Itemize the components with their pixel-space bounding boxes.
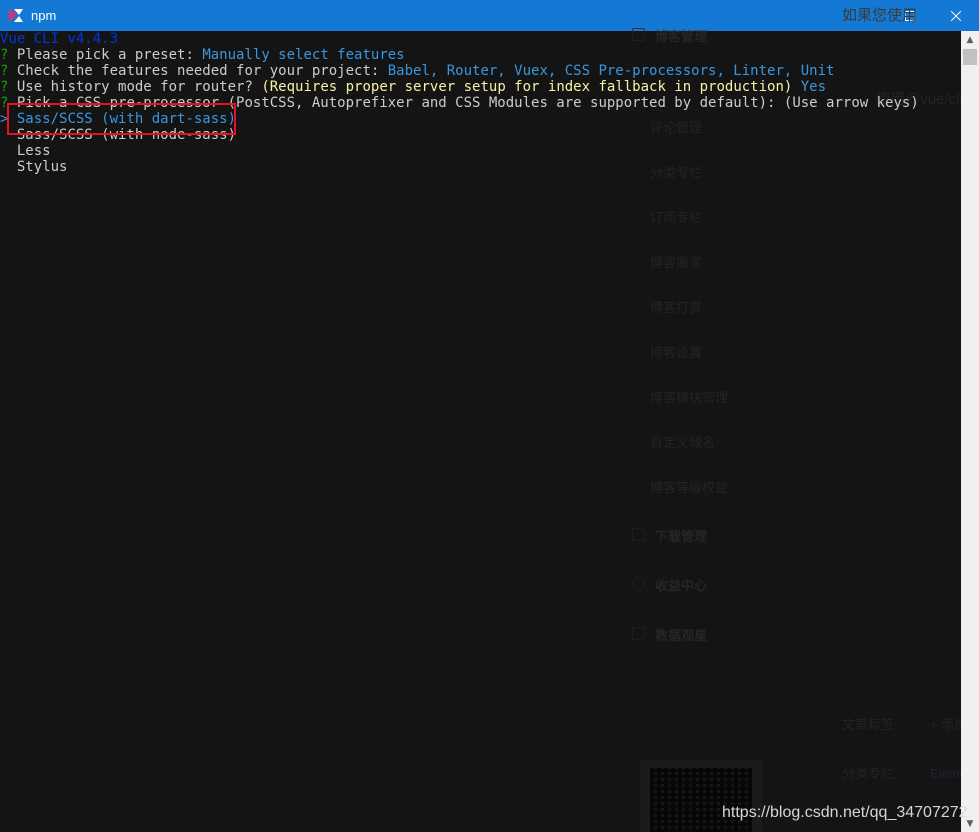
- watermark: https://blog.csdn.net/qq_34707272: [722, 804, 968, 821]
- scrollbar-thumb[interactable]: [963, 49, 977, 65]
- window-title: npm: [31, 8, 57, 23]
- app-icon: [9, 9, 23, 22]
- prompt-history-mode: ? Use history mode for router? (Requires…: [0, 79, 826, 95]
- prompt-hint: (Requires proper server setup for index …: [261, 79, 793, 95]
- prompt-hint: (Use arrow keys): [783, 95, 919, 111]
- bg-top-text: 如果您使用: [842, 7, 918, 24]
- option-less[interactable]: Less: [0, 143, 51, 159]
- prompt-preset: ? Please pick a preset: Manually select …: [0, 47, 405, 63]
- option-stylus[interactable]: Stylus: [0, 159, 68, 175]
- scroll-up-icon[interactable]: ▲: [961, 31, 979, 48]
- option-label: Stylus: [16, 159, 68, 175]
- prompt-label: Check the features needed for your proje…: [8, 63, 388, 79]
- prompt-features: ? Check the features needed for your pro…: [0, 63, 834, 79]
- terminal-content[interactable]: Vue CLI v4.4.3 ? Please pick a preset: M…: [0, 31, 961, 832]
- prompt-answer: Babel, Router, Vuex, CSS Pre-processors,…: [387, 63, 835, 79]
- prompt-label: Please pick a preset:: [8, 47, 203, 63]
- prompt-answer: Manually select features: [202, 47, 405, 63]
- vertical-scrollbar[interactable]: ▲ ▼: [961, 31, 979, 832]
- highlight-box: [7, 103, 236, 135]
- close-icon: [951, 10, 961, 21]
- close-button[interactable]: [933, 0, 979, 31]
- title-bar[interactable]: npm: [0, 0, 979, 31]
- terminal-window: npm 如果您使用 使用@vue/cli, 博客管理 评论管理 分类专栏 订阅专…: [0, 0, 979, 832]
- option-label: Less: [16, 143, 51, 159]
- prompt-label: Use history mode for router?: [8, 79, 262, 95]
- vue-cli-version: Vue CLI v4.4.3: [0, 31, 119, 47]
- prompt-answer: Yes: [792, 79, 827, 95]
